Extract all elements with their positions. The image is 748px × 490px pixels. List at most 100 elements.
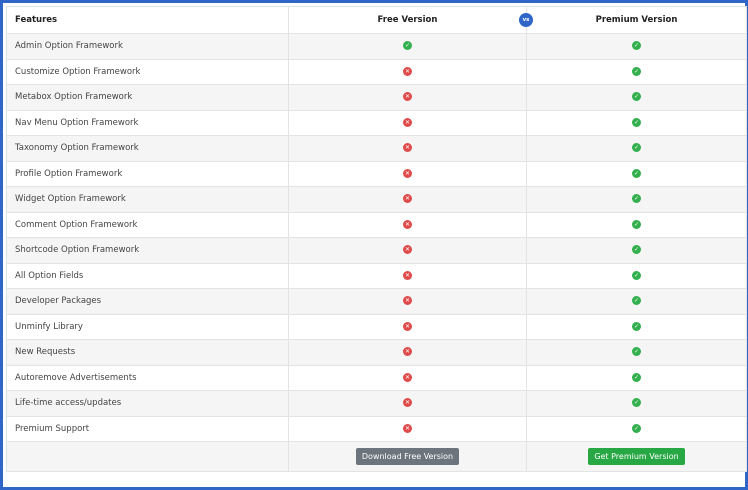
table-row: Taxonomy Option Framework ✕ ✓: [6, 135, 747, 162]
table-row: All Option Fields ✕ ✓: [6, 262, 747, 289]
premium-availability-cell: ✓: [526, 211, 747, 238]
free-availability-cell: ✕: [288, 288, 527, 315]
check-circle-icon: ✓: [632, 219, 641, 229]
table-row: Life-time access/updates ✕ ✓: [6, 390, 747, 417]
check-circle-icon: ✓: [632, 398, 641, 408]
table-footer-row: Download Free Version Get Premium Versio…: [6, 441, 747, 472]
check-circle-icon: ✓: [632, 168, 641, 178]
check-circle-icon: ✓: [632, 194, 641, 204]
table-row: Admin Option Framework ✓ ✓: [6, 33, 747, 60]
x-circle-icon: ✕: [403, 143, 412, 153]
feature-name: New Requests: [6, 339, 289, 366]
footer-free-cell: Download Free Version: [288, 441, 527, 472]
feature-name: Nav Menu Option Framework: [6, 109, 289, 136]
table-row: Customize Option Framework ✕ ✓: [6, 58, 747, 85]
check-circle-icon: ✓: [403, 41, 412, 51]
x-circle-icon: ✕: [403, 321, 412, 331]
premium-availability-cell: ✓: [526, 160, 747, 187]
comparison-frame: Features Free Version vs Premium Version…: [0, 0, 748, 490]
check-circle-icon: ✓: [632, 321, 641, 331]
free-availability-cell: ✕: [288, 390, 527, 417]
features-header: Features: [6, 6, 289, 34]
x-circle-icon: ✕: [403, 296, 412, 306]
x-circle-icon: ✕: [403, 423, 412, 433]
table-row: Metabox Option Framework ✕ ✓: [6, 84, 747, 111]
feature-rows: Admin Option Framework ✓ ✓ Customize Option…: [6, 33, 747, 442]
feature-name: Widget Option Framework: [6, 186, 289, 213]
check-circle-icon: ✓: [632, 347, 641, 357]
free-availability-cell: ✕: [288, 339, 527, 366]
x-circle-icon: ✕: [403, 347, 412, 357]
free-availability-cell: ✕: [288, 135, 527, 162]
free-availability-cell: ✕: [288, 211, 527, 238]
premium-availability-cell: ✓: [526, 84, 747, 111]
premium-availability-cell: ✓: [526, 415, 747, 442]
x-circle-icon: ✕: [403, 168, 412, 178]
free-availability-cell: ✕: [288, 313, 527, 340]
premium-availability-cell: ✓: [526, 390, 747, 417]
x-circle-icon: ✕: [403, 219, 412, 229]
check-circle-icon: ✓: [632, 245, 641, 255]
x-circle-icon: ✕: [403, 398, 412, 408]
table-row: Profile Option Framework ✕ ✓: [6, 160, 747, 187]
table-row: Unminfy Library ✕ ✓: [6, 313, 747, 340]
free-availability-cell: ✕: [288, 415, 527, 442]
premium-availability-cell: ✓: [526, 135, 747, 162]
check-circle-icon: ✓: [632, 66, 641, 76]
vs-badge: vs: [519, 13, 533, 27]
table-row: Shortcode Option Framework ✕ ✓: [6, 237, 747, 264]
feature-name: Admin Option Framework: [6, 33, 289, 60]
check-circle-icon: ✓: [632, 423, 641, 433]
footer-premium-cell: Get Premium Version: [526, 441, 747, 472]
feature-name: Autoremove Advertisements: [6, 364, 289, 391]
download-free-button[interactable]: Download Free Version: [355, 448, 460, 465]
comparison-table: Features Free Version vs Premium Version…: [6, 6, 747, 472]
x-circle-icon: ✕: [403, 92, 412, 102]
free-availability-cell: ✕: [288, 84, 527, 111]
free-availability-cell: ✕: [288, 160, 527, 187]
feature-name: Comment Option Framework: [6, 211, 289, 238]
premium-availability-cell: ✓: [526, 262, 747, 289]
free-version-header-label: Free Version: [377, 15, 438, 25]
table-row: Developer Packages ✕ ✓: [6, 288, 747, 315]
x-circle-icon: ✕: [403, 194, 412, 204]
premium-version-header: Premium Version: [526, 6, 747, 34]
footer-empty-cell: [6, 441, 289, 472]
table-header-row: Features Free Version vs Premium Version: [6, 6, 747, 34]
free-availability-cell: ✕: [288, 58, 527, 85]
feature-name: Shortcode Option Framework: [6, 237, 289, 264]
table-row: New Requests ✕ ✓: [6, 339, 747, 366]
feature-name: Unminfy Library: [6, 313, 289, 340]
table-row: Widget Option Framework ✕ ✓: [6, 186, 747, 213]
x-circle-icon: ✕: [403, 270, 412, 280]
check-circle-icon: ✓: [632, 92, 641, 102]
free-availability-cell: ✓: [288, 33, 527, 60]
check-circle-icon: ✓: [632, 41, 641, 51]
premium-availability-cell: ✓: [526, 186, 747, 213]
feature-name: Customize Option Framework: [6, 58, 289, 85]
x-circle-icon: ✕: [403, 372, 412, 382]
free-availability-cell: ✕: [288, 364, 527, 391]
premium-availability-cell: ✓: [526, 237, 747, 264]
x-circle-icon: ✕: [403, 245, 412, 255]
table-row: Autoremove Advertisements ✕ ✓: [6, 364, 747, 391]
x-circle-icon: ✕: [403, 66, 412, 76]
premium-availability-cell: ✓: [526, 288, 747, 315]
premium-availability-cell: ✓: [526, 109, 747, 136]
premium-availability-cell: ✓: [526, 364, 747, 391]
free-availability-cell: ✕: [288, 237, 527, 264]
feature-name: Life-time access/updates: [6, 390, 289, 417]
check-circle-icon: ✓: [632, 296, 641, 306]
feature-name: Premium Support: [6, 415, 289, 442]
get-premium-button[interactable]: Get Premium Version: [588, 448, 685, 465]
feature-name: All Option Fields: [6, 262, 289, 289]
premium-availability-cell: ✓: [526, 339, 747, 366]
free-version-header: Free Version vs: [288, 6, 533, 34]
check-circle-icon: ✓: [632, 372, 641, 382]
table-row: Nav Menu Option Framework ✕ ✓: [6, 109, 747, 136]
feature-name: Metabox Option Framework: [6, 84, 289, 111]
feature-name: Developer Packages: [6, 288, 289, 315]
premium-availability-cell: ✓: [526, 33, 747, 60]
free-availability-cell: ✕: [288, 262, 527, 289]
check-circle-icon: ✓: [632, 270, 641, 280]
